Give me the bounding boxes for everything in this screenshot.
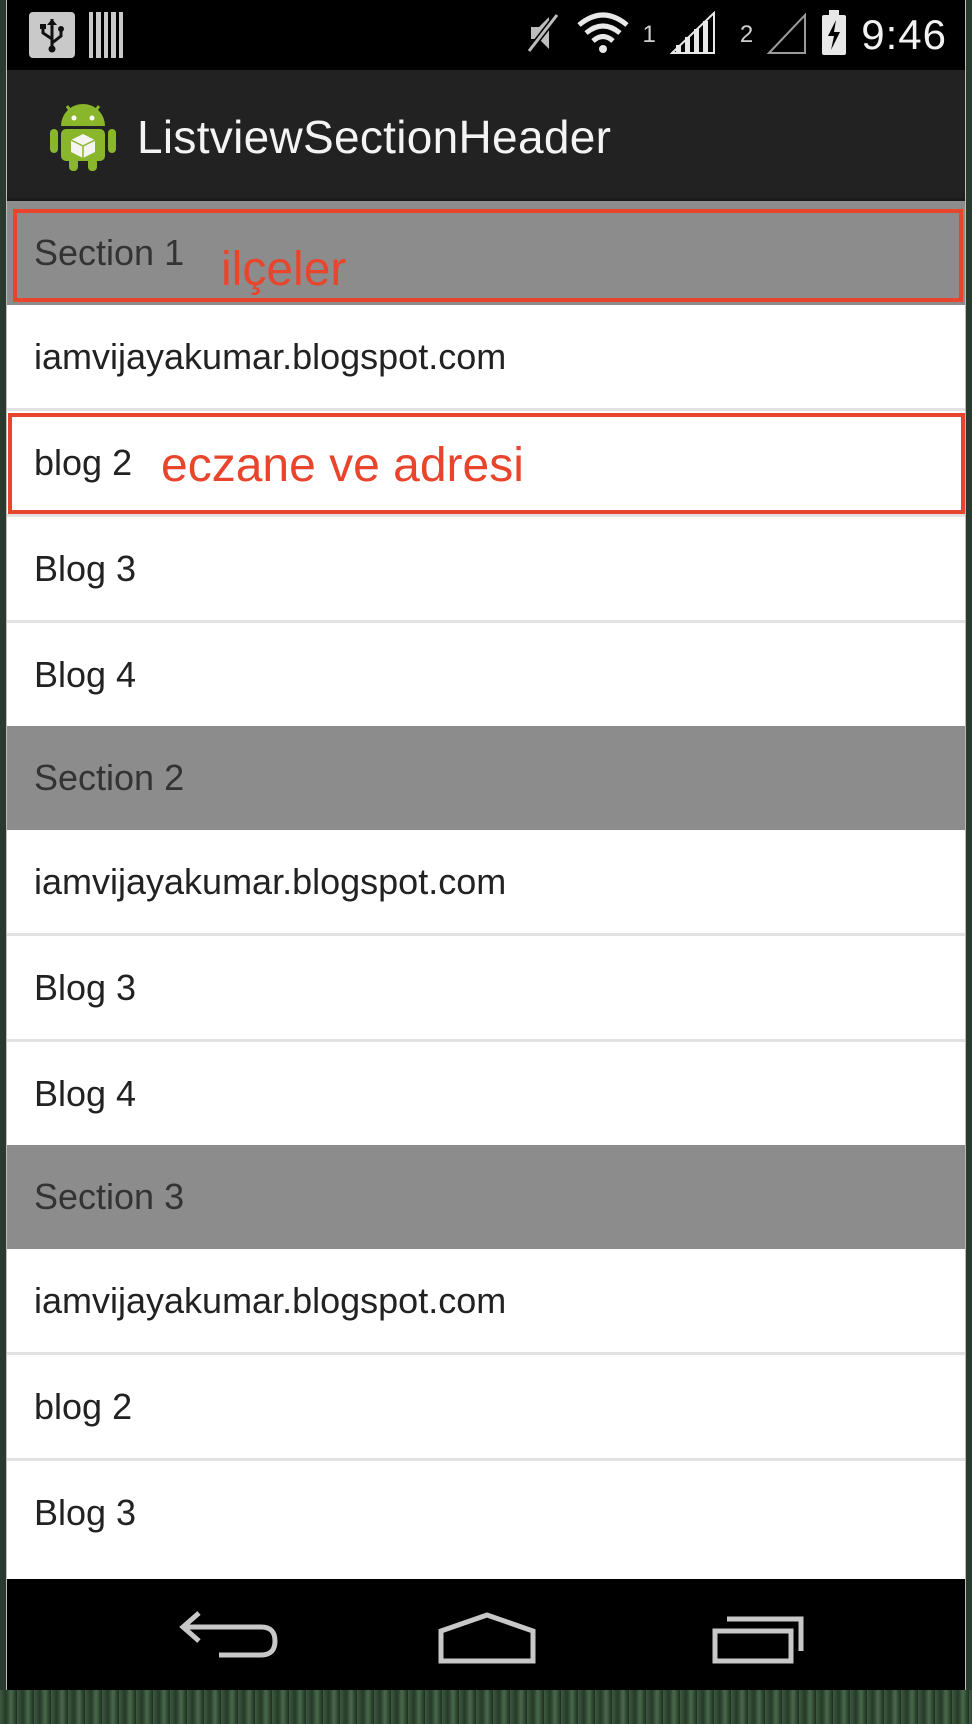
storage-icon bbox=[89, 12, 124, 58]
mute-icon bbox=[523, 11, 563, 60]
sim1-label: 1 bbox=[642, 21, 656, 48]
navigation-bar bbox=[7, 1579, 965, 1690]
list-item-label: Blog 3 bbox=[34, 1491, 137, 1533]
section-header: Section 3 bbox=[7, 1145, 965, 1249]
list-item[interactable]: iamvijayakumar.blogspot.com bbox=[7, 1249, 965, 1355]
wifi-icon bbox=[576, 11, 629, 60]
clock: 9:46 bbox=[861, 11, 947, 58]
list-item[interactable]: Blog 3 bbox=[7, 936, 965, 1042]
list-item[interactable]: Blog 3 bbox=[7, 1461, 965, 1564]
list-item-label: blog 2 bbox=[34, 1385, 133, 1427]
list-item-label: Blog 3 bbox=[34, 547, 137, 589]
list-item[interactable]: blog 2 bbox=[7, 1355, 965, 1461]
annotation-item-note: eczane ve adresi bbox=[161, 439, 524, 492]
app-title: ListviewSectionHeader bbox=[137, 111, 612, 163]
signal-empty-icon bbox=[766, 11, 807, 60]
list-item-label: Blog 4 bbox=[34, 1072, 137, 1114]
section-header-label: Section 2 bbox=[34, 757, 185, 798]
list-item[interactable]: Blog 3 bbox=[7, 517, 965, 623]
back-icon[interactable] bbox=[165, 1601, 285, 1671]
status-bar: 1 2 9:46 bbox=[7, 0, 965, 70]
action-bar: ListviewSectionHeader bbox=[7, 70, 965, 201]
list-item-label: iamvijayakumar.blogspot.com bbox=[34, 1279, 507, 1321]
phone-screen: 1 2 9:46 ListviewSectionHeader Section 1… bbox=[6, 0, 966, 1690]
home-icon[interactable] bbox=[427, 1601, 547, 1671]
background-strip bbox=[0, 1690, 972, 1724]
battery-charging-icon bbox=[821, 9, 847, 61]
list-item[interactable]: iamvijayakumar.blogspot.com bbox=[7, 830, 965, 936]
list-item-label: iamvijayakumar.blogspot.com bbox=[34, 335, 507, 377]
list-item-label: Blog 3 bbox=[34, 966, 137, 1008]
recent-apps-icon[interactable] bbox=[697, 1601, 817, 1671]
list-item-label: Blog 4 bbox=[34, 653, 137, 695]
usb-icon bbox=[29, 12, 75, 58]
section-list[interactable]: Section 1 iamvijayakumar.blogspot.com bl… bbox=[7, 201, 965, 1564]
list-item[interactable]: Blog 4 bbox=[7, 623, 965, 726]
annotation-box-section bbox=[13, 209, 963, 302]
android-icon bbox=[47, 96, 119, 172]
list-item[interactable]: iamvijayakumar.blogspot.com bbox=[7, 305, 965, 411]
list-item[interactable]: Blog 4 bbox=[7, 1042, 965, 1145]
signal-icon bbox=[669, 10, 718, 60]
section-header: Section 2 bbox=[7, 726, 965, 830]
section-header-label: Section 3 bbox=[34, 1176, 185, 1217]
annotation-section-note: ilçeler bbox=[221, 243, 347, 296]
list-item-label: iamvijayakumar.blogspot.com bbox=[34, 860, 507, 902]
sim2-label: 2 bbox=[739, 21, 754, 48]
